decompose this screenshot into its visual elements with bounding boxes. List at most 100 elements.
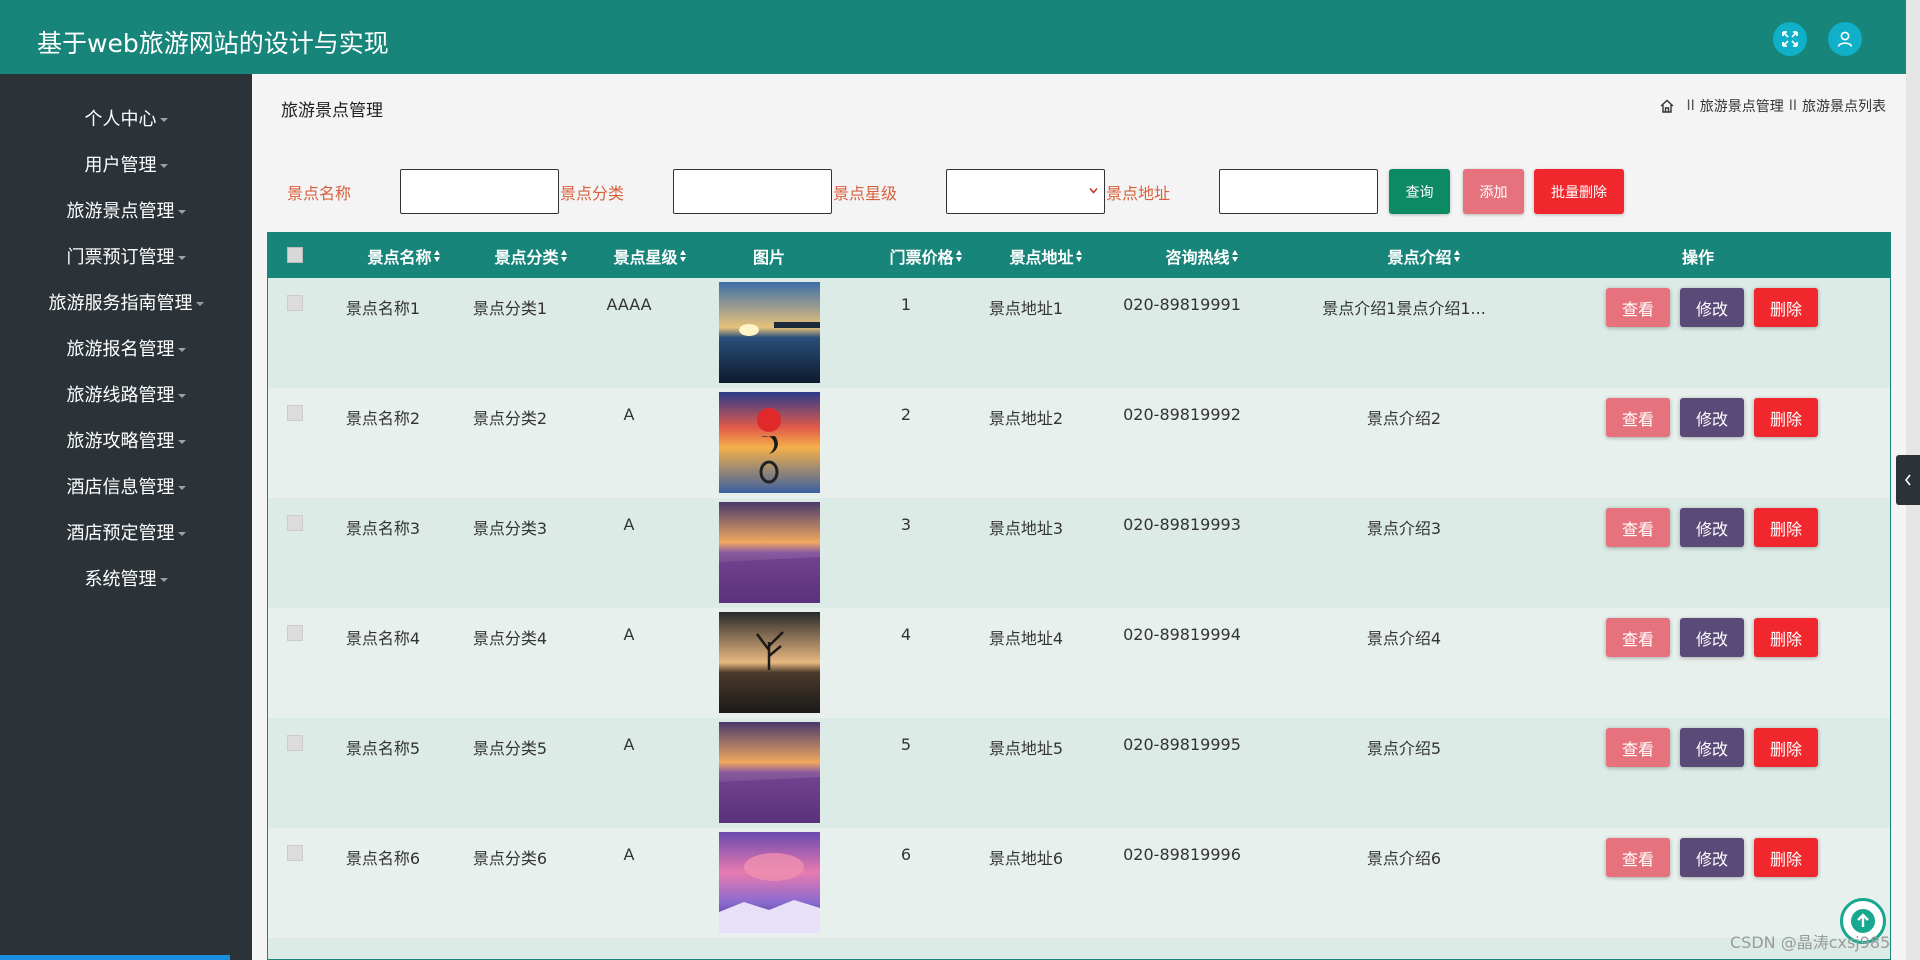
caret-down-icon <box>159 578 168 582</box>
delete-button[interactable]: 删除 <box>1754 728 1818 767</box>
delete-button[interactable]: 删除 <box>1754 618 1818 657</box>
fullscreen-button[interactable] <box>1773 22 1807 56</box>
view-button[interactable]: 查看 <box>1606 398 1670 437</box>
cell-category: 景点分类1 <box>472 299 548 318</box>
view-button[interactable]: 查看 <box>1606 508 1670 547</box>
column-header-price[interactable]: 门票价格 <box>860 233 992 278</box>
edit-button[interactable]: 修改 <box>1680 838 1744 877</box>
view-button[interactable]: 查看 <box>1606 728 1670 767</box>
table-row: 景点名称6 景点分类6 A 6 景点地址6 020-89819996 景点介绍6… <box>268 828 1890 938</box>
cell-star: A <box>623 735 635 754</box>
scenic-address-input[interactable] <box>1219 169 1378 214</box>
sidebar-item-label: 旅游线路管理 <box>66 385 175 406</box>
sidebar-item-users[interactable]: 用户管理 <box>0 149 252 179</box>
scenic-category-input[interactable] <box>673 169 832 214</box>
home-icon[interactable] <box>1659 98 1675 114</box>
progress-bar <box>0 955 230 960</box>
user-button[interactable] <box>1828 22 1862 56</box>
delete-button[interactable]: 删除 <box>1754 288 1818 327</box>
delete-button[interactable]: 删除 <box>1754 508 1818 547</box>
table-row: 景点名称2 景点分类2 A 2 景点地址2 020-89819992 景点介绍2… <box>268 388 1890 498</box>
batch-delete-button[interactable]: 批量删除 <box>1534 169 1624 214</box>
column-header-category[interactable]: 景点分类 <box>465 233 597 278</box>
sidebar-item-hotel-booking[interactable]: 酒店预定管理 <box>0 517 252 547</box>
view-button[interactable]: 查看 <box>1606 618 1670 657</box>
sidebar-item-ticket-booking[interactable]: 门票预订管理 <box>0 241 252 271</box>
scenic-thumbnail <box>719 392 820 493</box>
edit-button[interactable]: 修改 <box>1680 288 1744 327</box>
delete-button[interactable]: 删除 <box>1754 398 1818 437</box>
cell-address: 景点地址4 <box>988 629 1064 648</box>
row-checkbox[interactable] <box>287 625 303 641</box>
caret-down-icon <box>177 532 186 536</box>
sidebar-item-hotel-info[interactable]: 酒店信息管理 <box>0 471 252 501</box>
column-header-address[interactable]: 景点地址 <box>980 233 1112 278</box>
watermark: CSDN @晶涛cxsj985 <box>1730 933 1891 952</box>
scenic-thumbnail <box>719 722 820 823</box>
cell-address: 景点地址1 <box>988 299 1064 318</box>
view-button[interactable]: 查看 <box>1606 288 1670 327</box>
cell-price: 2 <box>900 405 912 424</box>
sidebar-item-system[interactable]: 系统管理 <box>0 563 252 593</box>
edit-button[interactable]: 修改 <box>1680 508 1744 547</box>
sidebar-item-service-guide[interactable]: 旅游服务指南管理 <box>0 287 252 317</box>
cell-intro: 景点介绍2 <box>1366 409 1442 428</box>
sidebar-item-label: 个人中心 <box>84 109 157 130</box>
top-header: 基于web旅游网站的设计与实现 <box>0 0 1906 74</box>
cell-hotline: 020-89819994 <box>1123 625 1241 644</box>
cell-name: 景点名称1 <box>345 299 421 318</box>
filter-label-address: 景点地址 <box>1106 184 1171 203</box>
view-button[interactable]: 查看 <box>1606 838 1670 877</box>
scenic-name-input[interactable] <box>400 169 559 214</box>
sidebar-item-scenic-spots[interactable]: 旅游景点管理 <box>0 195 252 225</box>
caret-down-icon <box>177 348 186 352</box>
edit-button[interactable]: 修改 <box>1680 618 1744 657</box>
sidebar-item-registration[interactable]: 旅游报名管理 <box>0 333 252 363</box>
cell-category: 景点分类5 <box>472 739 548 758</box>
column-header-actions: 操作 <box>1681 247 1714 267</box>
column-header-hotline[interactable]: 咨询热线 <box>1136 233 1268 278</box>
scenic-thumbnail <box>719 502 820 603</box>
filter-label-category: 景点分类 <box>560 184 625 203</box>
caret-down-icon <box>177 394 186 398</box>
caret-down-icon <box>177 486 186 490</box>
search-button[interactable]: 查询 <box>1389 169 1450 214</box>
sidebar-item-label: 用户管理 <box>84 155 157 176</box>
scenic-star-select[interactable] <box>946 169 1105 214</box>
sidebar-item-label: 酒店信息管理 <box>66 477 175 498</box>
edit-button[interactable]: 修改 <box>1680 728 1744 767</box>
expand-icon <box>1782 31 1798 47</box>
sidebar-item-label: 酒店预定管理 <box>66 523 175 544</box>
cell-category: 景点分类6 <box>472 849 548 868</box>
select-all-checkbox[interactable] <box>287 247 303 263</box>
caret-down-icon <box>159 164 168 168</box>
table-row: 景点名称4 景点分类4 A 4 景点地址4 020-89819994 景点介绍4… <box>268 608 1890 718</box>
row-checkbox[interactable] <box>287 295 303 311</box>
cell-star: A <box>623 515 635 534</box>
cell-hotline: 020-89819996 <box>1123 845 1241 864</box>
sidebar-item-label: 旅游攻略管理 <box>66 431 175 452</box>
column-header-intro[interactable]: 景点介绍 <box>1358 233 1490 278</box>
sort-icon <box>1231 249 1239 262</box>
add-button[interactable]: 添加 <box>1463 169 1524 214</box>
sidebar-item-personal-center[interactable]: 个人中心 <box>0 103 252 133</box>
cell-category: 景点分类2 <box>472 409 548 428</box>
delete-button[interactable]: 删除 <box>1754 838 1818 877</box>
sidebar-item-travel-guides[interactable]: 旅游攻略管理 <box>0 425 252 455</box>
column-header-star[interactable]: 景点星级 <box>584 233 716 278</box>
edit-button[interactable]: 修改 <box>1680 398 1744 437</box>
cell-star: AAAA <box>606 295 652 314</box>
breadcrumb: II 旅游景点管理 II 旅游景点列表 <box>1659 96 1886 116</box>
row-checkbox[interactable] <box>287 845 303 861</box>
sidebar-item-label: 系统管理 <box>84 569 157 590</box>
row-checkbox[interactable] <box>287 515 303 531</box>
row-checkbox[interactable] <box>287 735 303 751</box>
breadcrumb-item-scenic-management[interactable]: 旅游景点管理 <box>1700 96 1784 116</box>
sidebar-toggle-button[interactable] <box>1896 455 1920 505</box>
sidebar-item-routes[interactable]: 旅游线路管理 <box>0 379 252 409</box>
row-checkbox[interactable] <box>287 405 303 421</box>
column-header-name[interactable]: 景点名称 <box>338 233 470 278</box>
cell-category: 景点分类3 <box>472 519 548 538</box>
cell-price: 3 <box>900 515 912 534</box>
sidebar-item-label: 旅游报名管理 <box>66 339 175 360</box>
